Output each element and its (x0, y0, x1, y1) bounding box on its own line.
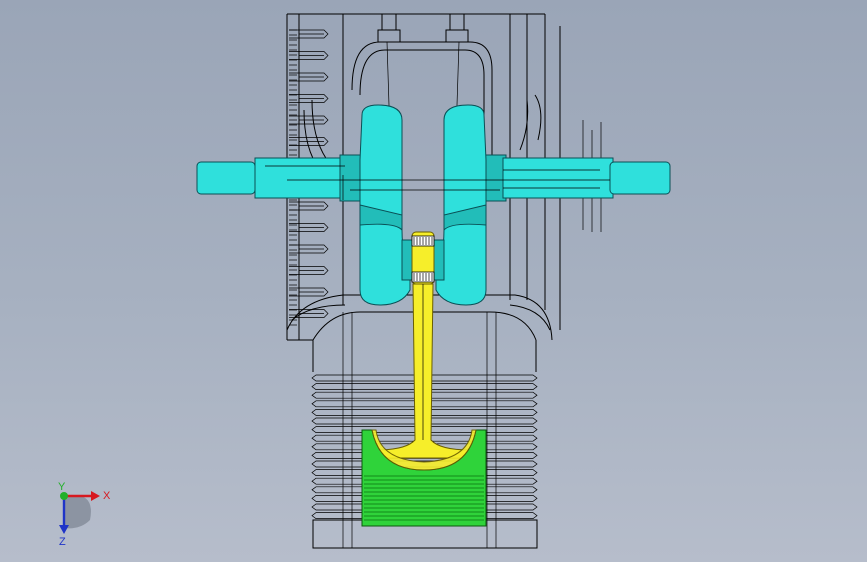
y-axis-dot (60, 492, 68, 500)
z-axis-label: Z (59, 536, 66, 548)
graphics-viewport[interactable]: X Y Z (0, 0, 867, 562)
engine-assembly-model[interactable]: X Y Z (0, 0, 867, 562)
x-axis-label: X (103, 490, 111, 502)
y-axis-label: Y (58, 481, 66, 493)
view-orientation-triad: X Y Z (58, 481, 111, 548)
z-axis-arrowhead (59, 525, 69, 534)
x-axis-arrowhead (91, 491, 100, 501)
